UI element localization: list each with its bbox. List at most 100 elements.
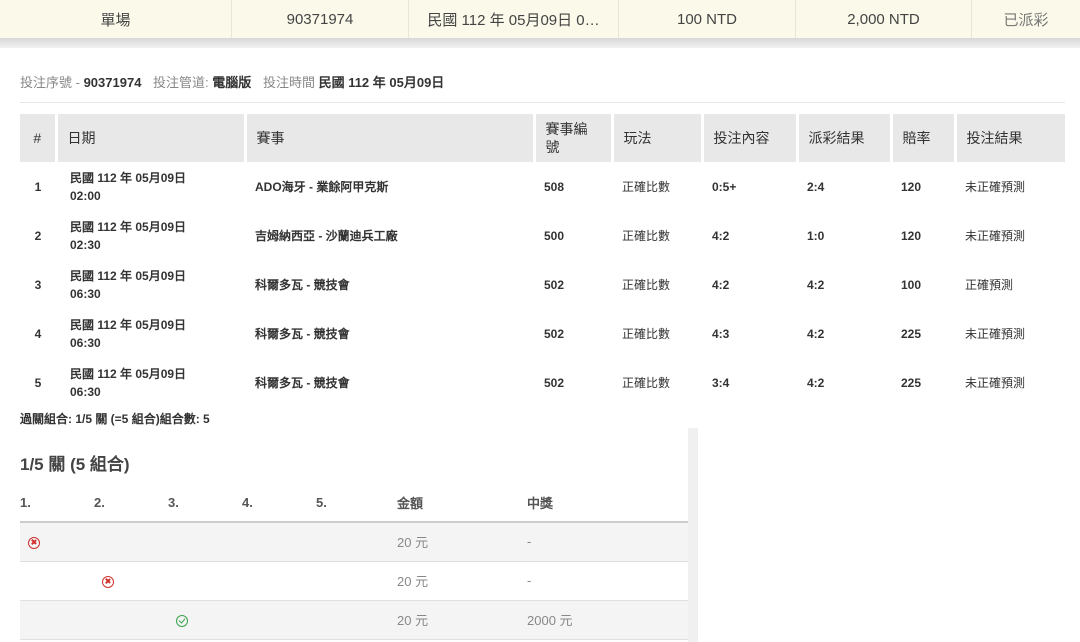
row-odds: 120: [901, 179, 922, 194]
row-result: 2:4: [807, 179, 825, 194]
combo-panel-edge: [688, 428, 698, 642]
row-date-time: 06:30: [70, 286, 101, 301]
col-play: 玩法: [612, 114, 704, 162]
combo-cell: [94, 600, 168, 640]
combo-cell: [316, 522, 397, 562]
row-result: 4:2: [807, 326, 825, 341]
row-index: 5: [34, 375, 42, 390]
bet-time: 民國 112 年 05月09日 0…: [409, 0, 619, 38]
combo-prize: -: [527, 522, 688, 562]
bet-serial: 90371974: [232, 0, 409, 38]
row-match-no: 508: [544, 179, 565, 194]
row-date-day: 民國 112 年 05月09日: [70, 268, 187, 283]
combo-col-3: 3.: [168, 484, 242, 523]
row-match: 科爾多瓦 - 競技會: [255, 376, 350, 390]
row-date: 民國 112 年 05月09日 06:30: [56, 358, 245, 407]
row-pick: 4:3: [712, 326, 730, 341]
row-match: 吉姆納西亞 - 沙蘭迪兵工廠: [255, 229, 398, 243]
row-odds: 225: [901, 375, 922, 390]
row-odds: 120: [901, 228, 922, 243]
col-pick: 投注內容: [702, 114, 799, 162]
row-date-time: 06:30: [70, 384, 101, 399]
table-row: 1 民國 112 年 05月09日 02:00 ADO海牙 - 業餘阿甲克斯 50…: [20, 162, 1065, 211]
row-index: 3: [34, 277, 42, 292]
combo-cell: [20, 561, 94, 601]
row-outcome: 未正確預測: [965, 229, 1026, 243]
col-odds: 賠率: [891, 114, 957, 162]
row-date-day: 民國 112 年 05月09日: [70, 170, 187, 185]
combo-cell: [316, 600, 397, 640]
combo-col-2: 2.: [94, 484, 168, 523]
combo-table: 1. 2. 3. 4. 5. 金額 中獎 20 元 - 20 元 - 20 元 …: [20, 484, 688, 640]
channel-value: 電腦版: [212, 75, 252, 90]
serial-label: 投注序號 -: [20, 75, 80, 90]
row-play: 正確比數: [622, 278, 671, 292]
combo-title: 1/5 關 (5 組合): [20, 455, 130, 474]
combo-col-1: 1.: [20, 484, 94, 523]
row-match-no: 500: [544, 228, 565, 243]
table-row: 2 民國 112 年 05月09日 02:30 吉姆納西亞 - 沙蘭迪兵工廠 50…: [20, 211, 1065, 260]
row-outcome: 正確預測: [965, 278, 1014, 292]
bet-stake: 100 NTD: [619, 0, 796, 38]
combo-cell: [94, 522, 168, 562]
row-result: 4:2: [807, 277, 825, 292]
row-odds: 100: [901, 277, 922, 292]
row-date-day: 民國 112 年 05月09日: [70, 317, 187, 332]
row-match: ADO海牙 - 業餘阿甲克斯: [255, 180, 389, 194]
col-match: 賽事: [245, 114, 536, 162]
table-row: 3 民國 112 年 05月09日 06:30 科爾多瓦 - 競技會 502 正確…: [20, 260, 1065, 309]
row-play: 正確比數: [622, 376, 671, 390]
channel-label: 投注管道:: [153, 75, 209, 90]
row-odds: 225: [901, 326, 922, 341]
combo-prize: -: [527, 561, 688, 601]
combo-col-4: 4.: [242, 484, 316, 523]
combo-cell: [242, 600, 316, 640]
table-row: 4 民國 112 年 05月09日 06:30 科爾多瓦 - 競技會 502 正確…: [20, 309, 1065, 358]
row-result: 4:2: [807, 375, 825, 390]
bets-table: # 日期 賽事 賽事編號 玩法 投注內容 派彩結果 賠率 投注結果 1 民國 1…: [20, 114, 1065, 407]
row-date-day: 民國 112 年 05月09日: [70, 219, 187, 234]
row-date-time: 06:30: [70, 335, 101, 350]
bets-header-row: # 日期 賽事 賽事編號 玩法 投注內容 派彩結果 賠率 投注結果: [20, 114, 1065, 162]
row-pick: 0:5+: [712, 179, 737, 194]
row-date: 民國 112 年 05月09日 02:30: [56, 211, 245, 260]
combo-col-amount: 金額: [397, 484, 527, 523]
row-match: 科爾多瓦 - 競技會: [255, 327, 350, 341]
parlay-combination-note: 過關組合: 1/5 關 (=5 組合)組合數: 5: [20, 412, 210, 426]
row-date-time: 02:00: [70, 188, 101, 203]
bet-summary-row[interactable]: 單場 90371974 民國 112 年 05月09日 0… 100 NTD 2…: [0, 0, 1080, 38]
row-date: 民國 112 年 05月09日 02:00: [56, 162, 245, 211]
table-row: 5 民國 112 年 05月09日 06:30 科爾多瓦 - 競技會 502 正確…: [20, 358, 1065, 407]
combo-cell: [20, 522, 94, 562]
row-date: 民國 112 年 05月09日 06:30: [56, 260, 245, 309]
bet-status: 已派彩: [1003, 11, 1049, 29]
row-pick: 3:4: [712, 375, 730, 390]
combo-cell: [242, 561, 316, 601]
combo-row: 20 元 2000 元: [20, 600, 688, 640]
row-result: 1:0: [807, 228, 825, 243]
row-match: 科爾多瓦 - 競技會: [255, 278, 350, 292]
row-outcome: 未正確預測: [965, 376, 1026, 390]
row-outcome: 未正確預測: [965, 327, 1026, 341]
combo-cell: [168, 600, 242, 640]
combo-amount: 20 元: [397, 522, 527, 562]
combo-row: 20 元 -: [20, 522, 688, 562]
row-outcome: 未正確預測: [965, 180, 1026, 194]
combo-cell: [168, 522, 242, 562]
row-date: 民國 112 年 05月09日 06:30: [56, 309, 245, 358]
col-match-no: 賽事編號: [534, 114, 614, 162]
combo-amount: 20 元: [397, 600, 527, 640]
x-circle-icon: [102, 575, 114, 588]
bet-meta: 投注序號 - 90371974 投注管道: 電腦版 投注時間 民國 112 年 …: [20, 72, 444, 91]
bet-payout: 2,000 NTD: [796, 0, 972, 38]
combo-header-row: 1. 2. 3. 4. 5. 金額 中獎: [20, 484, 688, 523]
combo-col-prize: 中獎: [527, 484, 688, 523]
row-index: 2: [34, 228, 42, 243]
row-play: 正確比數: [622, 327, 671, 341]
row-index: 1: [34, 179, 42, 194]
combo-cell: [242, 522, 316, 562]
summary-divider: [0, 38, 1080, 48]
row-match-no: 502: [544, 326, 565, 341]
serial-value: 90371974: [83, 75, 142, 90]
row-play: 正確比數: [622, 229, 671, 243]
